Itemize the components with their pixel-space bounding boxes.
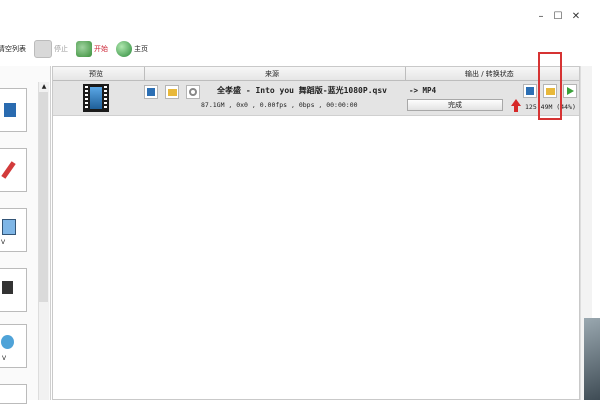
info-icon <box>147 88 155 96</box>
table-row[interactable]: 全孝盛 - Into you 舞蹈版-蓝光1080P.qsv 87.1GM , … <box>53 81 579 116</box>
clapper-icon <box>2 281 13 294</box>
sidebar-label: V <box>2 355 7 362</box>
sidebar-device-tile[interactable]: V <box>0 324 27 368</box>
open-folder-button[interactable] <box>165 85 179 99</box>
scroll-up-icon[interactable]: ▲ <box>40 83 48 91</box>
sidebar-scrollbar[interactable]: ▲ <box>38 82 49 400</box>
table-header: 预览 来源 输出 / 转换状态 <box>53 67 579 81</box>
start-icon <box>76 41 92 57</box>
maximize-button[interactable]: ☐ <box>551 10 565 22</box>
sidebar-scroll-thumb[interactable] <box>39 92 48 302</box>
video-icon <box>4 103 16 117</box>
toolbar: 清空列表 停止 开始 主页 <box>0 36 600 62</box>
up-arrow-icon <box>511 99 521 106</box>
output-info-button[interactable] <box>523 84 537 98</box>
stop-icon <box>34 40 52 58</box>
source-file-info: 87.1GM , 0x0 , 0.00fps , 0bps , 00:00:00 <box>201 101 358 109</box>
sidebar-image-tile[interactable]: V <box>0 208 27 252</box>
home-label: 主页 <box>134 45 148 53</box>
sidebar-doc-tile[interactable] <box>0 268 27 312</box>
stop-button[interactable]: 停止 <box>34 40 68 58</box>
sidebar-video-tile[interactable] <box>0 88 27 132</box>
clear-list-label: 清空列表 <box>0 45 26 53</box>
stop-label: 停止 <box>54 45 68 53</box>
play-button[interactable] <box>563 84 577 98</box>
start-button[interactable]: 开始 <box>76 41 108 57</box>
output-format: -> MP4 <box>409 86 437 95</box>
film-icon <box>83 84 109 112</box>
sidebar-label: V <box>1 239 6 246</box>
clear-list-button[interactable]: 清空列表 <box>0 44 26 54</box>
minimize-button[interactable]: – <box>534 10 548 22</box>
gear-icon <box>189 88 197 96</box>
folder-icon <box>167 88 177 96</box>
highlight-annotation-box <box>538 52 562 120</box>
pen-icon <box>1 161 16 179</box>
home-button[interactable]: 主页 <box>116 41 148 57</box>
picture-icon <box>2 219 16 235</box>
globe-icon <box>116 41 132 57</box>
device-icon <box>1 335 14 349</box>
close-button[interactable]: ✕ <box>569 10 583 22</box>
task-list: 预览 来源 输出 / 转换状态 全孝盛 - Into you 舞蹈版-蓝光108… <box>52 66 580 400</box>
info-button[interactable] <box>144 85 158 99</box>
info-icon <box>526 87 534 95</box>
start-label: 开始 <box>94 45 108 53</box>
header-preview: 预览 <box>89 70 103 78</box>
sidebar-audio-tile[interactable] <box>0 148 27 192</box>
sidebar-more-tile[interactable] <box>0 384 27 404</box>
play-icon <box>566 87 574 95</box>
desktop-background <box>584 318 600 400</box>
source-filename: 全孝盛 - Into you 舞蹈版-蓝光1080P.qsv <box>217 86 387 95</box>
title-bar: – ☐ ✕ <box>0 0 600 30</box>
header-output: 输出 / 转换状态 <box>465 70 514 78</box>
settings-button[interactable] <box>186 85 200 99</box>
header-source: 来源 <box>265 70 279 78</box>
status-done-button[interactable]: 完成 <box>407 99 503 111</box>
